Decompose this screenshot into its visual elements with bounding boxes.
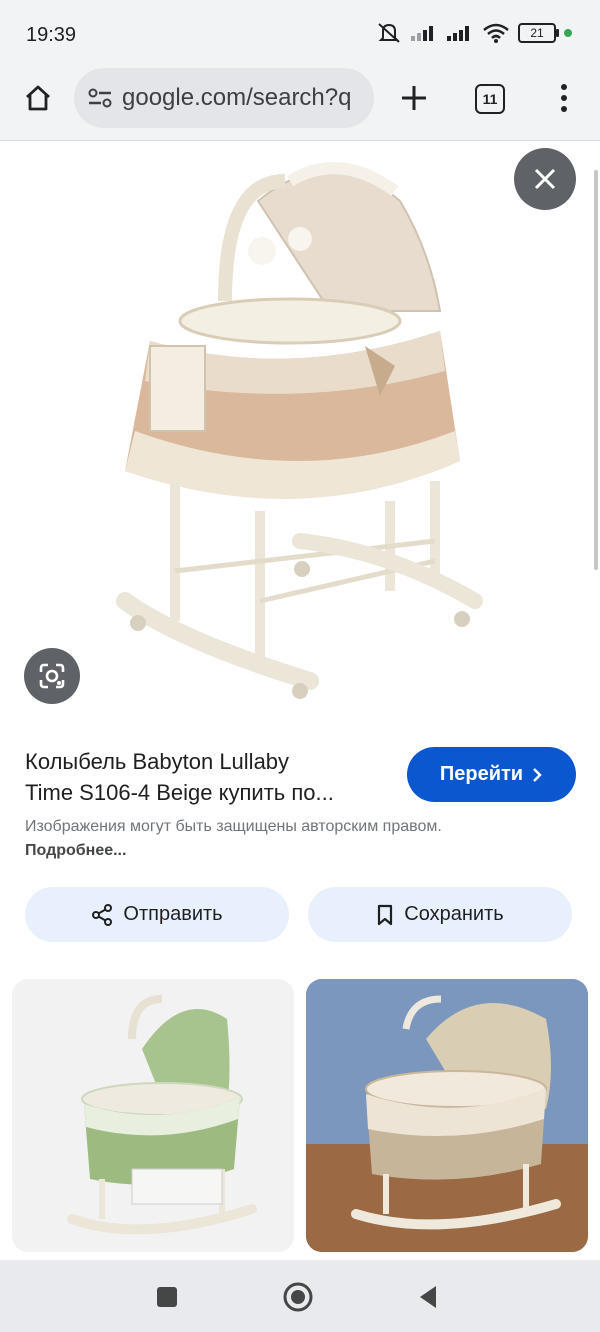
- menu-dot: [561, 95, 567, 101]
- lens-icon: [39, 663, 65, 689]
- close-button[interactable]: [514, 148, 576, 210]
- close-icon: [534, 168, 556, 190]
- tab-switcher-button[interactable]: 11: [475, 84, 505, 114]
- home-icon: [26, 85, 50, 111]
- save-label: Сохранить: [404, 903, 504, 925]
- new-tab-button[interactable]: [396, 80, 432, 116]
- related-image[interactable]: [306, 979, 588, 1252]
- system-nav-bar: [0, 1260, 600, 1332]
- privacy-dot: [564, 29, 572, 37]
- plus-icon: [402, 86, 426, 110]
- back-nav-icon[interactable]: [416, 1284, 440, 1310]
- lens-button[interactable]: [24, 648, 80, 704]
- chevron-right-icon: [533, 767, 542, 782]
- result-title[interactable]: Колыбель Babyton Lullaby Time S106-4 Bei…: [25, 746, 395, 808]
- home-button[interactable]: [18, 78, 58, 118]
- browser-toolbar: google.com/search?q 11: [0, 62, 600, 141]
- scrollbar[interactable]: [594, 170, 598, 570]
- related-image[interactable]: [12, 979, 294, 1252]
- share-icon: [92, 903, 113, 926]
- share-button[interactable]: Отправить: [25, 887, 289, 942]
- copyright-text: Изображения могут быть защищены авторски…: [25, 818, 442, 835]
- status-bar: 19:39 21: [0, 0, 600, 70]
- battery-indicator: 21: [518, 23, 559, 43]
- url-text: google.com/search?q: [122, 84, 352, 111]
- address-bar[interactable]: google.com/search?q: [74, 68, 374, 128]
- copyright-notice: Изображения могут быть защищены авторски…: [25, 815, 465, 863]
- more-link[interactable]: Подробнее...: [25, 842, 126, 859]
- bassinet-illustration: [116, 162, 483, 699]
- signal-icon: [411, 26, 433, 41]
- visit-button[interactable]: Перейти: [407, 747, 576, 802]
- floral-bassinet-illustration: [306, 979, 588, 1252]
- share-label: Отправить: [123, 903, 223, 925]
- visit-label: Перейти: [439, 763, 524, 785]
- menu-dot: [561, 84, 567, 90]
- save-button[interactable]: Сохранить: [308, 887, 572, 942]
- more-menu-button[interactable]: [552, 80, 576, 116]
- signal-icon: [447, 26, 469, 41]
- green-bassinet-illustration: [67, 995, 257, 1235]
- result-title-line: Колыбель Babyton Lullaby: [25, 749, 290, 774]
- result-image[interactable]: [0, 141, 600, 721]
- status-time: 19:39: [26, 24, 77, 46]
- tune-icon[interactable]: [86, 84, 114, 112]
- bookmark-icon: [378, 904, 393, 925]
- result-title-line: Time S106-4 Beige купить по...: [25, 780, 334, 805]
- wifi-icon: [483, 23, 509, 43]
- status-icons: 21: [376, 22, 572, 44]
- square-nav-icon[interactable]: [155, 1285, 179, 1309]
- mute-icon: [378, 23, 400, 43]
- menu-dot: [561, 106, 567, 112]
- circle-nav-icon[interactable]: [282, 1281, 314, 1313]
